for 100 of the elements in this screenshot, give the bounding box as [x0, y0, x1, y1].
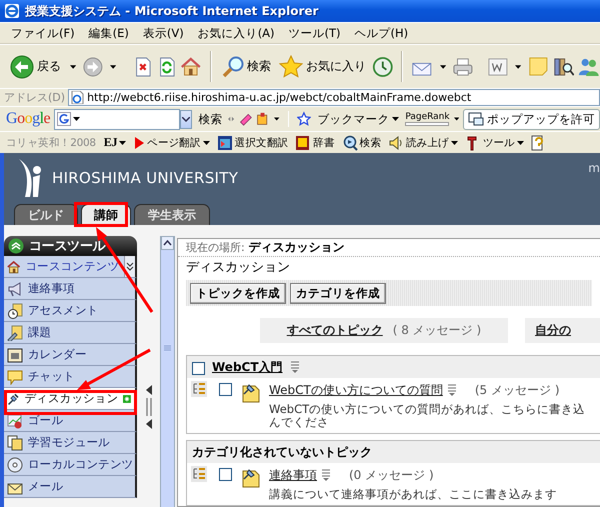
- tab[interactable]: ビルド: [14, 204, 78, 225]
- sidebar-item[interactable]: 連絡事項: [4, 278, 137, 300]
- toolbar-button[interactable]: ページ翻訳: [132, 134, 211, 150]
- menu-item[interactable]: お気に入り(A): [190, 24, 282, 42]
- collapse-icon[interactable]: [8, 238, 24, 254]
- favorites-button[interactable]: お気に入り: [276, 54, 368, 80]
- category-link[interactable]: WebCT入門: [212, 358, 283, 376]
- sidebar-item[interactable]: 課題: [4, 322, 137, 344]
- triangle-icon: [133, 136, 146, 150]
- scroll-up-button[interactable]: [161, 236, 174, 250]
- location-label: 現在の場所:: [186, 240, 245, 256]
- caret-icon[interactable]: [110, 64, 116, 68]
- checkbox[interactable]: [219, 383, 232, 396]
- page-title: ディスカッション: [185, 259, 291, 278]
- caret-icon[interactable]: [440, 64, 446, 68]
- toolbar-button[interactable]: 選択文翻訳: [216, 134, 290, 152]
- marker-icon[interactable]: [238, 111, 252, 127]
- location-text: ディスカッション: [248, 239, 345, 256]
- view-tab[interactable]: すべてのトピック ( 8 メッセージ ): [260, 318, 508, 343]
- topic-link[interactable]: WebCTの使い方についての質問: [269, 382, 443, 398]
- checkbox[interactable]: [192, 362, 205, 374]
- document-pencil-icon: [7, 324, 23, 340]
- toolbar-button[interactable]: 読み上げ: [386, 134, 459, 152]
- caret-icon[interactable]: [73, 117, 80, 121]
- chevron-icon: [182, 116, 190, 122]
- panel-title: コースツール: [29, 238, 106, 255]
- caret-icon[interactable]: [202, 140, 210, 144]
- help-icon[interactable]: [530, 134, 546, 150]
- caret-icon[interactable]: [514, 64, 522, 68]
- caret-icon[interactable]: [450, 140, 458, 144]
- back-button[interactable]: 戻る: [8, 54, 63, 80]
- university-name: HIROSHIMA UNIVERSITY: [52, 169, 238, 187]
- message-count: (5 メッセージ ): [474, 382, 560, 398]
- menu-lines-icon[interactable]: [446, 384, 457, 396]
- monitor-icon: [468, 112, 484, 126]
- menu-item[interactable]: 表示(V): [136, 24, 191, 42]
- star-icon: [278, 54, 303, 78]
- toolbar-button[interactable]: 検索: [340, 134, 382, 152]
- sidebar-item[interactable]: コースコンテンツ: [4, 256, 137, 278]
- sidebar-item[interactable]: カレンダー: [4, 344, 137, 366]
- menu-lines-icon[interactable]: [290, 361, 300, 373]
- sidebar-item[interactable]: チャット: [4, 366, 137, 388]
- window-icon: [216, 134, 233, 150]
- sidebar-item[interactable]: アセスメント: [4, 300, 137, 322]
- menu-item[interactable]: 編集(E): [82, 24, 136, 42]
- product-name: コリャ英和！2008: [6, 136, 96, 150]
- search-icon: [342, 134, 358, 150]
- caret-icon[interactable]: [70, 64, 76, 68]
- view-tab[interactable]: 自分の: [525, 318, 600, 343]
- menu-item[interactable]: ファイル(F): [4, 24, 82, 42]
- menu-item[interactable]: ヘルプ(H): [348, 24, 416, 42]
- search-icon: [222, 56, 244, 78]
- caret-icon[interactable]: [392, 117, 400, 121]
- toolbar-button[interactable]: カテゴリを作成: [290, 282, 386, 304]
- bookmarks-button[interactable]: ブックマーク: [315, 110, 402, 128]
- tab[interactable]: 学生表示: [134, 204, 210, 225]
- mode-button[interactable]: EJ: [102, 134, 128, 151]
- header-link[interactable]: m: [588, 161, 600, 175]
- splitter-grip-icon[interactable]: [146, 398, 152, 416]
- thread-tree-icon[interactable]: [191, 466, 207, 482]
- sidebar-item[interactable]: 学習モジュール: [4, 432, 137, 454]
- scrollbar[interactable]: [160, 236, 175, 507]
- caret-icon[interactable]: [119, 140, 126, 144]
- clock-icon[interactable]: [372, 54, 394, 78]
- address-field[interactable]: http://webct6.riise.hiroshima-u.ac.jp/webct/cobaltMainFrame.dowebct: [68, 89, 600, 106]
- caret-icon[interactable]: [454, 117, 459, 121]
- toolbar-button[interactable]: トピックを作成: [190, 282, 286, 304]
- sidebar-item[interactable]: ローカルコンテンツ: [4, 454, 137, 476]
- pagerank-meter: PageRank: [405, 112, 450, 126]
- checkbox[interactable]: [219, 468, 232, 481]
- meter-bar-icon: [405, 122, 450, 126]
- double-chevron-icon: [126, 262, 134, 271]
- toolbar-button[interactable]: 辞書: [294, 134, 336, 152]
- topic-link[interactable]: 連絡事項: [269, 466, 317, 484]
- popup-button[interactable]: ポップアップを許可: [462, 108, 600, 130]
- dropdown-button[interactable]: [180, 110, 192, 128]
- sidebar-item[interactable]: メール: [4, 476, 137, 498]
- document-icon[interactable]: [488, 56, 508, 78]
- search-field[interactable]: [54, 108, 180, 130]
- search-button[interactable]: 検索: [196, 110, 224, 128]
- caret-icon[interactable]: [274, 117, 280, 121]
- menu-lines-icon[interactable]: [321, 469, 331, 481]
- view-link[interactable]: 自分の: [535, 322, 571, 340]
- message-count: (0 メッセージ ): [349, 466, 434, 484]
- home-icon[interactable]: [180, 54, 202, 78]
- megaphone-icon: [7, 280, 23, 296]
- collapse-left-button[interactable]: [144, 385, 152, 395]
- printer-icon[interactable]: [453, 56, 473, 78]
- caret-icon[interactable]: [516, 140, 524, 144]
- star-outline-icon[interactable]: [297, 110, 312, 128]
- toolbar-button[interactable]: ツール: [464, 134, 525, 152]
- menu-item[interactable]: ツール(T): [282, 24, 348, 42]
- view-link[interactable]: すべてのトピック: [286, 322, 383, 340]
- collapse-left-button[interactable]: [144, 419, 152, 429]
- house-icon: [7, 258, 20, 274]
- arrows-icon: [228, 114, 235, 124]
- search-button[interactable]: 検索: [220, 54, 273, 78]
- thread-tree-icon[interactable]: [191, 381, 207, 397]
- category-title: カテゴリ化されていないトピック: [192, 444, 372, 460]
- topic-description: 講義について連絡事項があれば、ここに書き込みます: [269, 488, 558, 501]
